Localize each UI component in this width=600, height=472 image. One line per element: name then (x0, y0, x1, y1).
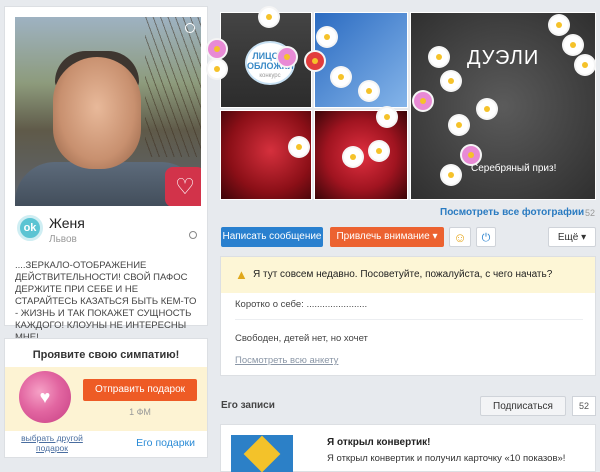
gift-offer: ♥ Отправить подарок 1 ФМ (5, 367, 207, 431)
photo-contest[interactable]: ЛИЦО С ОБЛОЖКИ конкурс (220, 12, 312, 108)
chevron-down-icon: ▾ (432, 231, 438, 242)
view-full-profile-link[interactable]: Посмотреть всю анкету (235, 355, 338, 366)
flower-decoration-icon (260, 8, 278, 26)
duel-prize: Серебряный приз! (471, 163, 557, 174)
flower-decoration-icon (332, 68, 350, 86)
post-description: Я открыл конвертик и получил карточку «1… (327, 453, 566, 464)
flower-decoration-icon (278, 48, 296, 66)
divider (235, 319, 583, 320)
post-title[interactable]: Я открыл конвертик! (327, 437, 430, 448)
contest-badge-subtitle: конкурс (259, 73, 281, 79)
flower-decoration-icon (318, 28, 336, 46)
profile-avatar[interactable]: ♡ (15, 17, 201, 206)
subscriber-count: 52 (572, 396, 596, 416)
about-hint-text: Я тут совсем недавно. Посоветуйте, пожал… (253, 269, 553, 280)
gift-image[interactable]: ♥ (19, 371, 71, 423)
photo-strip: ЛИЦО С ОБЛОЖКИ конкурс ДУЭЛИ Серебряный … (208, 8, 596, 200)
flower-decoration-icon (208, 40, 226, 58)
flower-decoration-icon (442, 166, 460, 184)
flower-decoration-icon (430, 48, 448, 66)
heart-icon[interactable]: ♡ (165, 167, 201, 206)
user-status-text: ....ЗЕРКАЛО-ОТОБРАЖЕНИЕ ДЕЙСТВИТЕЛЬНОСТИ… (15, 260, 197, 343)
relationship-status: Свободен, детей нет, но хочет (235, 333, 368, 344)
gift-card: Проявите свою симпатию! ♥ Отправить пода… (4, 338, 208, 458)
photos-count: 52 (585, 208, 596, 218)
user-info: ok Женя Львов (15, 212, 201, 248)
envelope-icon (243, 435, 281, 472)
flower-decoration-icon (370, 142, 388, 160)
choose-other-gift-link[interactable]: выбрать другой подарок (17, 433, 87, 453)
about-hint: ▲ Я тут совсем недавно. Посоветуйте, пож… (221, 257, 595, 293)
duel-title: ДУЭЛИ (467, 47, 540, 69)
gift-card-title: Проявите свою симпатию! (32, 349, 180, 361)
ok-logo-icon: ok (17, 215, 43, 241)
flower-decoration-icon (414, 92, 432, 110)
send-gift-button[interactable]: Отправить подарок (83, 379, 197, 401)
flower-decoration-icon (550, 16, 568, 34)
flower-decoration-icon (208, 60, 226, 78)
his-gifts-link[interactable]: Его подарки (136, 437, 195, 449)
subscribe-button[interactable]: Подписаться (480, 396, 566, 416)
flower-decoration-icon (360, 82, 378, 100)
attract-attention-label: Привлечь внимание (336, 231, 430, 242)
short-about-field: Коротко о себе: ....................... (235, 299, 368, 310)
flower-decoration-icon (576, 56, 594, 74)
about-card: ▲ Я тут совсем недавно. Посоветуйте, пож… (220, 256, 596, 376)
flower-decoration-icon (478, 100, 496, 118)
avatar-background (145, 17, 201, 157)
post-thumbnail[interactable] (231, 435, 293, 472)
profile-card: ♡ ok Женя Львов ....ЗЕРКАЛО-ОТОБРАЖЕНИЕ … (4, 6, 208, 343)
online-status-icon (189, 231, 197, 239)
user-city: Львов (49, 234, 77, 245)
flower-decoration-icon (378, 108, 396, 126)
view-all-photos-link[interactable]: Посмотреть все фотографии (440, 207, 584, 218)
smiley-icon[interactable]: ☺ (449, 227, 471, 247)
flower-decoration-icon (306, 52, 324, 70)
flower-decoration-icon (564, 36, 582, 54)
attract-attention-button[interactable]: Привлечь внимание ▾ (330, 227, 444, 247)
flower-decoration-icon (442, 72, 460, 90)
avatar-options-icon[interactable] (185, 23, 195, 33)
write-message-button[interactable]: Написать сообщение (221, 227, 323, 247)
posts-title: Его записи (221, 400, 275, 411)
flower-decoration-icon (344, 148, 362, 166)
flower-decoration-icon (462, 146, 480, 164)
power-icon[interactable]: ⏻ (476, 227, 496, 247)
flower-decoration-icon (290, 138, 308, 156)
flower-decoration-icon (450, 116, 468, 134)
post-item[interactable]: Я открыл конвертик! Я открыл конвертик и… (220, 424, 596, 472)
warning-icon: ▲ (235, 267, 248, 282)
gift-price: 1 ФМ (129, 407, 151, 417)
avatar-face (53, 57, 141, 169)
more-button[interactable]: Ещё ▾ (548, 227, 596, 247)
user-name: Женя (49, 215, 85, 231)
